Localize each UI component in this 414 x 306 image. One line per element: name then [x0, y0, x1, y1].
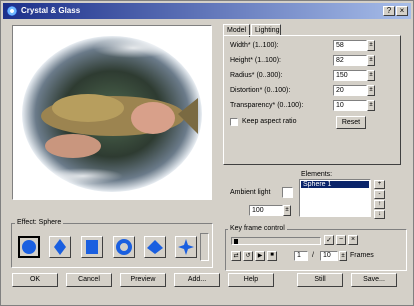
stop-button[interactable]: ■ [267, 251, 277, 261]
move-down-button[interactable]: ↓ [374, 210, 385, 219]
distortion-label: Distortion* (0..100): [230, 87, 291, 94]
save-button[interactable]: Save... [351, 273, 397, 287]
help-title-button[interactable]: ? [383, 6, 395, 16]
keep-aspect-label: Keep aspect ratio [242, 118, 297, 125]
frame-separator: / [312, 252, 314, 259]
ambient-spinner[interactable]: ± [283, 205, 291, 216]
sphere-effect-button[interactable] [18, 236, 40, 258]
transparency-field[interactable]: 10 [333, 100, 367, 111]
element-item[interactable]: Sphere 1 [301, 181, 369, 188]
ring-effect-button[interactable] [113, 236, 135, 258]
model-panel: Width* (1..100): 58 ± Height* (1..100): … [223, 35, 401, 165]
height-field[interactable]: 82 [333, 55, 367, 66]
keyframe-group: Key frame control ✓ − × ⇄ ↺ ▶ ■ 1 / 10 ±… [225, 225, 407, 271]
ok-button[interactable]: OK [12, 273, 58, 287]
star-effect-button[interactable] [175, 236, 197, 258]
distortion-field[interactable]: 20 [333, 85, 367, 96]
preview-image [22, 36, 202, 192]
still-button[interactable]: Still [297, 273, 343, 287]
cancel-button[interactable]: Cancel [66, 273, 112, 287]
radius-field[interactable]: 150 [333, 70, 367, 81]
ambient-field[interactable]: 100 [249, 205, 283, 216]
star-icon [178, 239, 194, 255]
keyframe-label: Key frame control [228, 225, 287, 232]
preview-panel [12, 25, 212, 200]
ring-icon [116, 239, 132, 255]
distortion-spinner[interactable]: ± [367, 85, 375, 96]
slider-thumb[interactable] [234, 239, 238, 244]
remove-element-button[interactable]: - [374, 190, 385, 199]
transparency-label: Transparency* (0..100): [230, 102, 304, 109]
elements-list: Sphere 1 [299, 179, 371, 217]
app-icon [7, 6, 17, 16]
ambient-color-swatch[interactable] [282, 187, 293, 198]
cylinder-icon [86, 240, 98, 254]
frames-label: Frames [350, 252, 374, 259]
add-button[interactable]: Add... [174, 273, 220, 287]
play-button[interactable]: ▶ [255, 251, 265, 261]
window-title: Crystal & Glass [21, 6, 81, 15]
transparency-spinner[interactable]: ± [367, 100, 375, 111]
height-label: Height* (1..100): [230, 57, 281, 64]
keyframe-slider[interactable] [231, 237, 321, 245]
radius-label: Radius* (0..300): [230, 72, 283, 79]
dialog-window: Crystal & Glass ? × Model Lighting Width… [0, 0, 414, 306]
width-label: Width* (1..100): [230, 42, 279, 49]
reset-button[interactable]: Reset [336, 116, 366, 129]
width-spinner[interactable]: ± [367, 40, 375, 51]
add-element-button[interactable]: + [374, 180, 385, 189]
frames-spinner[interactable]: ± [339, 251, 347, 261]
frame-current-field[interactable]: 1 [294, 251, 308, 261]
diamond-effect-button[interactable] [49, 236, 71, 258]
diamond-icon [54, 239, 66, 255]
rewind-button[interactable]: ↺ [243, 251, 253, 261]
pyramid-effect-button[interactable] [144, 236, 166, 258]
close-key-button[interactable]: × [348, 235, 358, 245]
cylinder-effect-button[interactable] [81, 236, 103, 258]
sphere-icon [22, 240, 36, 254]
width-field[interactable]: 58 [333, 40, 367, 51]
close-title-button[interactable]: × [396, 6, 408, 16]
preview-button[interactable]: Preview [120, 273, 166, 287]
height-spinner[interactable]: ± [367, 55, 375, 66]
loop-button[interactable]: ⇄ [231, 251, 241, 261]
delete-key-button[interactable]: − [336, 235, 346, 245]
elements-label: Elements: [301, 171, 333, 178]
set-key-button[interactable]: ✓ [324, 235, 334, 245]
keep-aspect-checkbox[interactable] [230, 118, 238, 126]
frame-total-field[interactable]: 10 [320, 251, 338, 261]
effect-label: Effect: Sphere [15, 219, 64, 226]
radius-spinner[interactable]: ± [367, 70, 375, 81]
hand-shape [131, 102, 175, 134]
move-up-button[interactable]: ↑ [374, 200, 385, 209]
effect-scrollbar[interactable] [200, 233, 209, 261]
title-bar: Crystal & Glass ? × [3, 3, 411, 19]
pyramid-icon [147, 240, 163, 254]
help-button[interactable]: Help [228, 273, 274, 287]
ambient-label: Ambient light [230, 189, 271, 196]
